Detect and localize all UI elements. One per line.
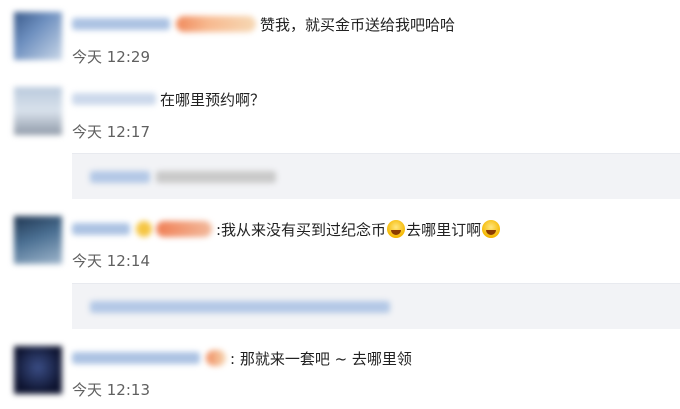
reply-preview-box[interactable] <box>72 153 680 199</box>
username[interactable] <box>72 93 156 105</box>
user-badge <box>176 16 256 32</box>
reply-preview-text <box>90 300 390 313</box>
comment-text: 赞我，就买金币送给我吧哈哈 <box>260 15 456 34</box>
comment-time: 今天 12:17 <box>72 123 150 141</box>
avatar[interactable] <box>14 12 62 60</box>
reply-preview-box[interactable] <box>72 283 680 329</box>
username[interactable] <box>72 352 200 364</box>
avatar[interactable] <box>14 216 62 264</box>
username[interactable] <box>72 18 170 30</box>
reply-preview-text <box>90 170 150 183</box>
comment-text: 在哪里预约啊？ <box>160 90 266 109</box>
comment-text: :我从来没有买到过纪念币 去哪里订啊 <box>216 219 501 240</box>
avatar[interactable] <box>14 87 62 135</box>
comment-item: 赞我，就买金币送给我吧哈哈 今天 12:29 <box>0 0 680 75</box>
reply-preview-text <box>156 170 276 183</box>
comment-time: 今天 12:29 <box>72 48 150 66</box>
comment-time: 今天 12:13 <box>72 381 150 399</box>
comment-text: : 那就来一套吧 ~ 去哪里领 <box>230 349 412 368</box>
user-badge <box>206 350 226 366</box>
comment-item: : 那就来一套吧 ~ 去哪里领 今天 12:13 <box>0 328 680 409</box>
comment-item: 在哪里预约啊？ 今天 12:17 <box>0 75 680 153</box>
laughing-tears-emoji-icon <box>387 219 406 238</box>
username[interactable] <box>72 223 130 235</box>
avatar[interactable] <box>14 346 62 394</box>
laughing-tears-emoji-icon <box>482 219 501 238</box>
vip-badge <box>136 221 152 237</box>
user-badge <box>156 221 212 237</box>
comment-time: 今天 12:14 <box>72 252 150 270</box>
